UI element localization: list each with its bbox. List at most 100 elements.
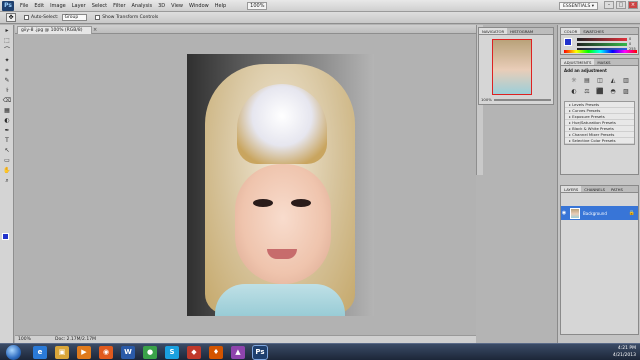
type-tool-icon[interactable]: T [2, 136, 12, 145]
menu-bar: Ps File Edit Image Layer Select Filter A… [0, 0, 640, 12]
system-tray-clock[interactable]: 4:21 PM 4/21/2013 [613, 345, 636, 359]
quick-select-tool-icon[interactable]: ✦ [2, 56, 12, 65]
tab-swatches[interactable]: SWATCHES [580, 28, 607, 34]
channel-mixer-icon[interactable]: ▨ [621, 88, 631, 96]
taskbar-media-icon[interactable]: ▶ [77, 345, 91, 359]
eraser-tool-icon[interactable]: ⌫ [2, 96, 12, 105]
taskbar-photoshop-icon[interactable]: Ps [252, 344, 268, 360]
menu-window[interactable]: Window [186, 0, 212, 12]
menu-analysis[interactable]: Analysis [129, 0, 156, 12]
menu-file[interactable]: File [17, 0, 31, 12]
menu-filter[interactable]: Filter [110, 0, 128, 12]
path-select-tool-icon[interactable]: ↖ [2, 146, 12, 155]
red-value[interactable]: 0 [629, 37, 631, 41]
hand-tool-icon[interactable]: ✋ [2, 166, 12, 175]
canvas-image[interactable] [187, 54, 374, 316]
auto-select-checkbox[interactable] [24, 15, 29, 20]
navigator-thumbnail[interactable] [492, 39, 532, 95]
close-tab-icon[interactable]: × [93, 27, 97, 33]
lock-icon: 🔒 [628, 210, 635, 216]
pen-tool-icon[interactable]: ✒ [2, 126, 12, 135]
tab-color[interactable]: COLOR [561, 28, 581, 34]
navigator-zoom-slider[interactable] [493, 98, 551, 101]
red-slider[interactable] [577, 38, 627, 41]
menu-edit[interactable]: Edit [31, 0, 47, 12]
healing-brush-tool-icon[interactable]: ⚕ [2, 86, 12, 95]
tools-panel: ▸ ⬚ ⌒ ✦ ⌗ ✎ ⚕ ⌫ ▦ ◐ ✒ T ↖ ▭ ✋ ⌕ [0, 25, 14, 343]
navigator-zoom-value[interactable]: 100% [481, 97, 492, 102]
tab-histogram[interactable]: HISTOGRAM [507, 28, 536, 34]
green-slider[interactable] [577, 43, 627, 46]
zoom-level-dropdown[interactable]: 100% [247, 1, 268, 10]
clock-date: 4/21/2013 [612, 353, 636, 358]
menu-image[interactable]: Image [47, 0, 69, 12]
exposure-icon[interactable]: ◭ [608, 77, 618, 85]
menu-layer[interactable]: Layer [69, 0, 89, 12]
crop-tool-icon[interactable]: ⌗ [2, 66, 12, 75]
move-tool-icon[interactable]: ▸ [2, 26, 12, 35]
hue-saturation-icon[interactable]: ◐ [569, 88, 579, 96]
options-bar: ✥ Auto-Select: Group Show Transform Cont… [0, 12, 640, 24]
brightness-icon[interactable]: ☼ [569, 77, 579, 85]
show-transform-label: Show Transform Controls [102, 15, 159, 20]
layer-row-background[interactable]: ◉ Background 🔒 [561, 206, 638, 220]
auto-select-dropdown[interactable]: Group [61, 14, 88, 21]
menu-select[interactable]: Select [89, 0, 110, 12]
tab-adjustments[interactable]: ADJUSTMENTS [561, 59, 595, 65]
menu-view[interactable]: View [168, 0, 186, 12]
document-window: giiy-8 .jpg @ 100% (RGB/8) × 100% Doc: 2… [15, 25, 476, 343]
color-foreground-swatch[interactable] [564, 38, 572, 46]
foreground-color-swatch[interactable] [2, 233, 9, 240]
tab-layers[interactable]: LAYERS [561, 186, 582, 192]
color-balance-icon[interactable]: ⚖ [582, 88, 592, 96]
tab-channels[interactable]: CHANNELS [581, 186, 608, 192]
tab-masks[interactable]: MASKS [594, 59, 613, 65]
color-panel: COLOR SWATCHES 0 0 255 [560, 27, 639, 55]
clock-time: 4:21 PM [617, 346, 636, 351]
tab-paths[interactable]: PATHS [608, 186, 626, 192]
taskbar-explorer-icon[interactable]: ▣ [55, 345, 69, 359]
zoom-tool-icon[interactable]: ⌕ [2, 176, 12, 185]
show-transform-checkbox[interactable] [95, 15, 101, 20]
move-tool-preset-icon[interactable]: ✥ [6, 13, 16, 22]
marquee-tool-icon[interactable]: ⬚ [2, 36, 12, 45]
green-value[interactable]: 0 [629, 42, 631, 46]
minimize-button[interactable]: – [604, 1, 614, 9]
gradient-tool-icon[interactable]: ▦ [2, 106, 12, 115]
layer-thumbnail [570, 207, 580, 219]
layer-name: Background [583, 210, 607, 216]
taskbar-app10-icon[interactable]: ▲ [231, 345, 245, 359]
document-tab[interactable]: giiy-8 .jpg @ 100% (RGB/8) [17, 26, 92, 34]
tab-navigator[interactable]: NAVIGATOR [479, 28, 508, 34]
taskbar-chrome-icon[interactable]: ● [143, 345, 157, 359]
menu-help[interactable]: Help [212, 0, 229, 12]
eyedropper-tool-icon[interactable]: ✎ [2, 76, 12, 85]
taskbar-ie-icon[interactable]: e [33, 345, 47, 359]
taskbar-word-icon[interactable]: W [121, 345, 135, 359]
black-white-icon[interactable]: ⬛ [595, 88, 605, 96]
taskbar-app9-icon[interactable]: ♦ [209, 345, 223, 359]
layers-panel: LAYERS CHANNELS PATHS ◉ Background 🔒 [560, 185, 639, 335]
vibrance-icon[interactable]: ▥ [621, 77, 631, 85]
right-panel-column: COLOR SWATCHES 0 0 255 ADJUSTMENTS MASKS… [557, 25, 640, 343]
maximize-button[interactable]: □ [616, 1, 626, 9]
color-spectrum[interactable] [564, 50, 637, 53]
menu-3d[interactable]: 3D [155, 0, 168, 12]
taskbar-app8-icon[interactable]: ◆ [187, 345, 201, 359]
dodge-tool-icon[interactable]: ◐ [2, 116, 12, 125]
lasso-tool-icon[interactable]: ⌒ [2, 46, 12, 55]
photoshop-logo: Ps [2, 0, 14, 11]
eye-icon[interactable]: ◉ [561, 210, 567, 216]
curves-icon[interactable]: ◫ [595, 77, 605, 85]
preset-selective-color[interactable]: Selective Color Presets [565, 138, 634, 144]
navigator-panel: NAVIGATOR HISTOGRAM 100% [478, 27, 554, 105]
taskbar-firefox-icon[interactable]: ◉ [99, 345, 113, 359]
taskbar-skype-icon[interactable]: S [165, 345, 179, 359]
levels-icon[interactable]: ▤ [582, 77, 592, 85]
close-button[interactable]: × [628, 1, 638, 9]
shape-tool-icon[interactable]: ▭ [2, 156, 12, 165]
workspace-switcher[interactable]: ESSENTIALS ▾ [559, 2, 598, 10]
document-status-bar: 100% Doc: 2.17M/2.17M [15, 335, 476, 343]
start-button[interactable] [6, 344, 21, 360]
photo-filter-icon[interactable]: ◓ [608, 88, 618, 96]
